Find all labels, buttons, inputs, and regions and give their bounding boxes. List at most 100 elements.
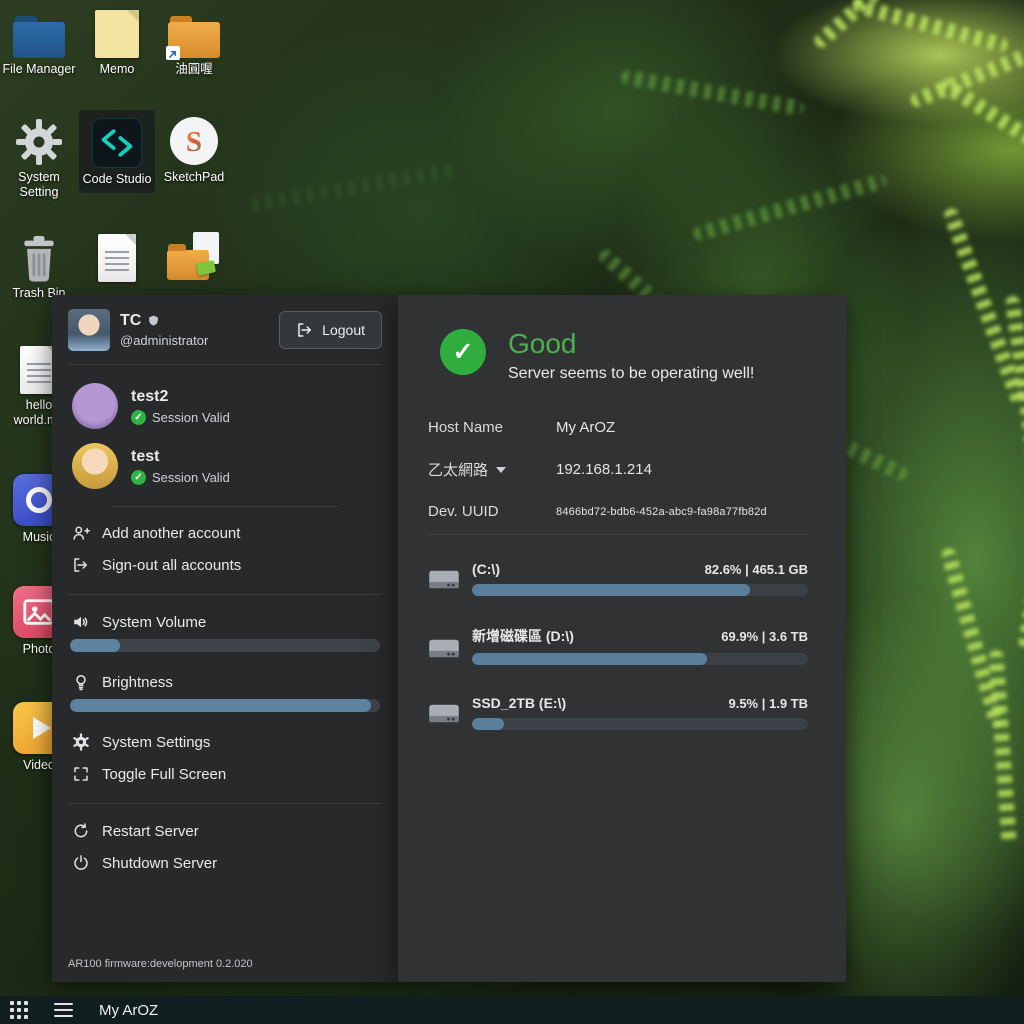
disk-row-d: 新增磁碟區 (D:\) 69.9% | 3.6 TB (428, 626, 808, 665)
brightness-slider[interactable] (70, 699, 380, 712)
account-name: test2 (131, 388, 230, 406)
server-status: Good Server seems to be operating well! (428, 329, 808, 383)
icon-label: System Setting (1, 170, 77, 200)
desktop-icon-system-setting[interactable]: System Setting (1, 114, 77, 200)
system-volume-item: System Volume (68, 606, 382, 633)
avatar (72, 443, 118, 489)
divider (112, 506, 338, 507)
speaker-icon (72, 613, 90, 631)
icon-label: File Manager (1, 62, 77, 77)
brightness-slider-fill (70, 699, 371, 712)
folder-shortcut-icon (168, 16, 220, 58)
hostname-value: My ArOZ (556, 419, 808, 436)
trash-icon (1, 230, 77, 282)
ip-address: 192.168.1.214 (556, 461, 808, 478)
check-circle-icon (440, 329, 486, 375)
network-selector[interactable]: 乙太網路 (428, 459, 556, 480)
power-icon (72, 854, 90, 872)
volume-slider[interactable] (70, 639, 380, 652)
disk-usage: 9.5% | 1.9 TB (728, 696, 808, 711)
disk-name: SSD_2TB (E:\) (472, 695, 566, 711)
note-icon (95, 10, 139, 58)
device-uuid: 8466bd72-bdb6-452a-abc9-fa98a77fb82d (556, 506, 808, 518)
menu-icon[interactable] (54, 1003, 73, 1017)
server-status-panel: Good Server seems to be operating well! … (398, 295, 846, 982)
logout-icon (296, 321, 314, 339)
chevron-down-icon (496, 467, 506, 473)
avatar (72, 383, 118, 429)
gear-icon (72, 733, 90, 751)
disk-usage-fill (472, 584, 750, 596)
signout-icon (72, 556, 90, 574)
add-account-item[interactable]: Add another account (68, 517, 382, 549)
add-user-icon (72, 524, 90, 542)
restart-icon (72, 822, 90, 840)
divider (68, 803, 382, 804)
shield-icon (147, 314, 160, 328)
desktop-icon-shortcut-folder[interactable]: 油圓喔 (156, 6, 232, 77)
drive-icon (428, 702, 460, 731)
disk-row-e: SSD_2TB (E:\) 9.5% | 1.9 TB (428, 695, 808, 730)
disk-usage-bar (472, 584, 808, 596)
status-message: Server seems to be operating well! (508, 365, 754, 383)
divider (428, 534, 808, 535)
account-row-test2[interactable]: test2 Session Valid (68, 376, 382, 436)
account-name: test (131, 448, 230, 466)
desktop-icon-document[interactable] (79, 230, 155, 286)
drive-icon (428, 637, 460, 666)
folder-icon (13, 16, 65, 58)
desktop-icon-folder-copy[interactable] (156, 230, 232, 286)
disk-row-c: (C:\) 82.6% | 465.1 GB (428, 561, 808, 596)
taskbar: My ArOZ (0, 996, 1024, 1024)
restart-server-item[interactable]: Restart Server (68, 815, 382, 847)
session-status: Session Valid (152, 410, 230, 425)
svg-text:S: S (186, 126, 202, 158)
app-grid-icon[interactable] (10, 1001, 28, 1019)
desktop-icon-file-manager[interactable]: File Manager (1, 6, 77, 77)
desktop: File Manager Memo 油圓喔 (0, 0, 1024, 1024)
desktop-icon-trash-bin[interactable]: Trash Bin (1, 230, 77, 301)
desktop-icon-sketchpad[interactable]: S SketchPad (156, 114, 232, 185)
session-status: Session Valid (152, 470, 230, 485)
volume-slider-fill (70, 639, 120, 652)
account-row-test[interactable]: test Session Valid (68, 436, 382, 496)
system-settings-item[interactable]: System Settings (68, 726, 382, 758)
document-icon (98, 234, 136, 282)
folder-copy-icon (167, 232, 221, 282)
disk-usage-bar (472, 718, 808, 730)
hostname-row: Host Name My ArOZ (428, 419, 808, 436)
user-handle: @administrator (120, 333, 208, 348)
brightness-item: Brightness (68, 666, 382, 693)
desktop-icon-memo[interactable]: Memo (79, 6, 155, 77)
sketchpad-icon: S (156, 114, 232, 166)
disk-usage: 69.9% | 3.6 TB (721, 629, 808, 644)
disk-name: (C:\) (472, 561, 500, 577)
username: TC (120, 312, 141, 330)
check-circle-icon (131, 470, 146, 485)
check-circle-icon (131, 410, 146, 425)
desktop-icon-code-studio[interactable]: Code Studio (79, 110, 155, 193)
shutdown-server-item[interactable]: Shutdown Server (68, 847, 382, 879)
icon-label: SketchPad (156, 170, 232, 185)
disk-usage-fill (472, 718, 504, 730)
user-panel: TC @administrator Logout te (52, 295, 398, 982)
disk-usage-fill (472, 653, 707, 665)
toggle-fullscreen-item[interactable]: Toggle Full Screen (68, 758, 382, 790)
disk-usage-bar (472, 653, 808, 665)
divider (68, 594, 382, 595)
bulb-icon (72, 673, 90, 691)
disk-usage: 82.6% | 465.1 GB (705, 562, 808, 577)
drive-icon (428, 568, 460, 597)
network-row: 乙太網路 192.168.1.214 (428, 459, 808, 480)
divider (68, 364, 382, 365)
gear-icon (1, 114, 77, 166)
logout-button[interactable]: Logout (279, 311, 382, 349)
shortcut-arrow-icon (166, 46, 180, 60)
uuid-row: Dev. UUID 8466bd72-bdb6-452a-abc9-fa98a7… (428, 503, 808, 520)
taskbar-title: My ArOZ (99, 1002, 158, 1019)
firmware-version: AR100 firmware:development 0.2.020 (68, 950, 382, 970)
fullscreen-icon (72, 765, 90, 783)
avatar (68, 309, 110, 351)
signout-all-item[interactable]: Sign-out all accounts (68, 549, 382, 581)
disk-name: 新增磁碟區 (D:\) (472, 626, 574, 646)
